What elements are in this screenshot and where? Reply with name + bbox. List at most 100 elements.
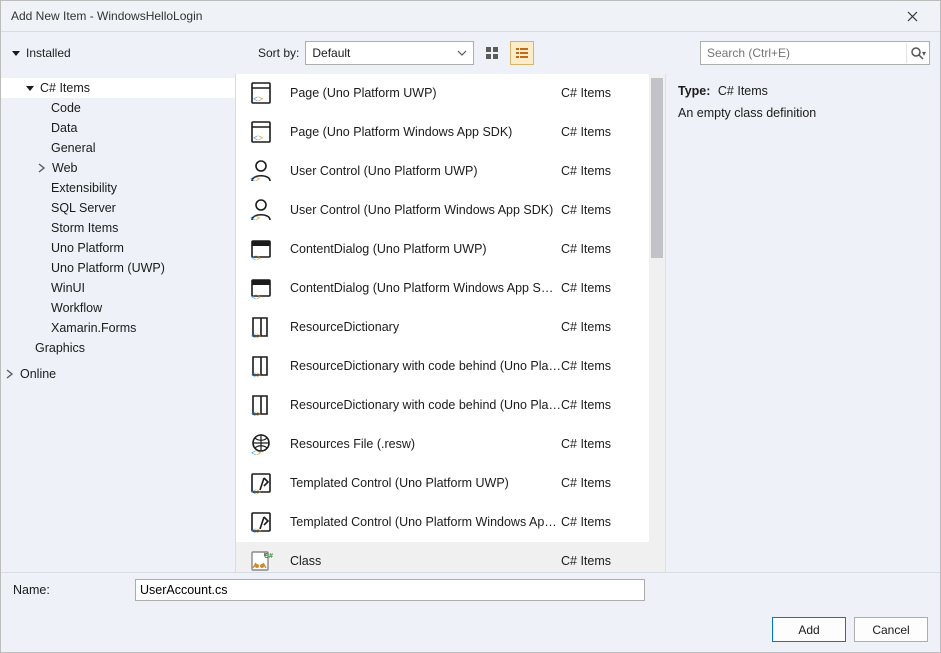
tctrl-icon xyxy=(248,470,274,496)
sidebar-header[interactable]: Installed xyxy=(1,46,246,60)
installed-label: Installed xyxy=(26,46,71,60)
tree-item[interactable]: Code xyxy=(1,98,235,118)
tree-item-csharp-items[interactable]: C# Items xyxy=(1,78,235,98)
tree-item-label: WinUI xyxy=(51,281,85,295)
item-name: Templated Control (Uno Platform Windows … xyxy=(290,515,561,529)
tree-item-graphics[interactable]: Graphics xyxy=(1,338,235,358)
tree-item-label: Data xyxy=(51,121,77,135)
tree-item[interactable]: Uno Platform xyxy=(1,238,235,258)
tree-item[interactable]: Data xyxy=(1,118,235,138)
titlebar: Add New Item - WindowsHelloLogin xyxy=(1,1,940,32)
sidebar: C# Items Code Data GeneralWebExtensibility… xyxy=(1,74,236,572)
item-name: Resources File (.resw) xyxy=(290,437,561,451)
list-item[interactable]: Templated Control (Uno Platform Windows … xyxy=(236,503,649,542)
preview-pane: Type: C# Items An empty class definition xyxy=(665,74,940,572)
grid-icon xyxy=(485,46,499,60)
list-item[interactable]: Resources File (.resw)C# Items xyxy=(236,425,649,464)
searchbox[interactable]: ▾ xyxy=(700,41,930,65)
toolbar: Installed Sort by: Default ▾ xyxy=(1,32,940,74)
chevron-down-icon xyxy=(11,50,20,57)
list-item[interactable]: ResourceDictionary with code behind (Uno… xyxy=(236,386,649,425)
item-type: C# Items xyxy=(561,515,639,529)
button-row: Add Cancel xyxy=(13,617,928,642)
tree-item-label: C# Items xyxy=(40,81,90,95)
tree-item[interactable]: Web xyxy=(1,158,235,178)
list-item[interactable]: Page (Uno Platform Windows App SDK)C# It… xyxy=(236,113,649,152)
item-type: C# Items xyxy=(561,281,639,295)
preview-description: An empty class definition xyxy=(678,106,928,120)
item-name: ContentDialog (Uno Platform UWP) xyxy=(290,242,561,256)
item-name: ResourceDictionary with code behind (Uno… xyxy=(290,359,561,373)
dict-icon xyxy=(248,353,274,379)
preview-type-label: Type: xyxy=(678,84,710,98)
sortby-select[interactable]: Default xyxy=(305,41,474,65)
close-button[interactable] xyxy=(892,3,932,29)
tree-item[interactable]: SQL Server xyxy=(1,198,235,218)
list-icon xyxy=(515,46,529,60)
item-type: C# Items xyxy=(561,125,639,139)
item-name: User Control (Uno Platform Windows App S… xyxy=(290,203,561,217)
search-button[interactable]: ▾ xyxy=(906,43,929,63)
tree-item-label: Graphics xyxy=(35,341,85,355)
item-type: C# Items xyxy=(561,203,639,217)
middle-pane: Page (Uno Platform UWP)C# ItemsPage (Uno… xyxy=(236,74,940,572)
view-grid-button[interactable] xyxy=(480,41,504,65)
bottom-bar: Name: Add Cancel xyxy=(1,572,940,652)
dialog-window: Add New Item - WindowsHelloLogin Install… xyxy=(0,0,941,653)
tree-item[interactable]: Storm Items xyxy=(1,218,235,238)
page-icon xyxy=(248,119,274,145)
dict-icon xyxy=(248,392,274,418)
tree-item-label: Workflow xyxy=(51,301,102,315)
name-input[interactable] xyxy=(135,579,645,601)
item-name: Page (Uno Platform UWP) xyxy=(290,86,561,100)
chevron-right-icon xyxy=(5,369,14,379)
list-item[interactable]: ResourceDictionaryC# Items xyxy=(236,308,649,347)
user-icon xyxy=(248,197,274,223)
item-name: ResourceDictionary xyxy=(290,320,561,334)
dialog-icon xyxy=(248,275,274,301)
item-list: Page (Uno Platform UWP)C# ItemsPage (Uno… xyxy=(236,74,665,572)
item-name: Page (Uno Platform Windows App SDK) xyxy=(290,125,561,139)
cancel-button-label: Cancel xyxy=(872,623,909,637)
list-item[interactable]: User Control (Uno Platform Windows App S… xyxy=(236,191,649,230)
item-type: C# Items xyxy=(561,164,639,178)
item-type: C# Items xyxy=(561,476,639,490)
globe-icon xyxy=(248,431,274,457)
tree-item[interactable]: WinUI xyxy=(1,278,235,298)
item-name: Templated Control (Uno Platform UWP) xyxy=(290,476,561,490)
item-type: C# Items xyxy=(561,398,639,412)
user-icon xyxy=(248,158,274,184)
list-item[interactable]: Templated Control (Uno Platform UWP)C# I… xyxy=(236,464,649,503)
close-icon xyxy=(906,10,919,23)
tree-item[interactable]: Workflow xyxy=(1,298,235,318)
item-type: C# Items xyxy=(561,320,639,334)
item-name: ContentDialog (Uno Platform Windows App … xyxy=(290,281,561,295)
window-title: Add New Item - WindowsHelloLogin xyxy=(11,9,892,23)
tree-item[interactable]: Extensibility xyxy=(1,178,235,198)
search-input[interactable] xyxy=(701,46,906,60)
preview-type-value: C# Items xyxy=(718,84,768,98)
add-button[interactable]: Add xyxy=(772,617,846,642)
add-button-label: Add xyxy=(798,623,819,637)
vertical-scrollbar[interactable] xyxy=(649,74,665,572)
tree-item[interactable]: Uno Platform (UWP) xyxy=(1,258,235,278)
list-item[interactable]: ClassC# Items xyxy=(236,542,649,572)
tree-item-label: Code xyxy=(51,101,81,115)
item-type: C# Items xyxy=(561,437,639,451)
tree-item[interactable]: General xyxy=(1,138,235,158)
name-label: Name: xyxy=(13,583,131,597)
list-item[interactable]: ContentDialog (Uno Platform Windows App … xyxy=(236,269,649,308)
tree-item-online[interactable]: Online xyxy=(1,364,235,384)
cancel-button[interactable]: Cancel xyxy=(854,617,928,642)
view-list-button[interactable] xyxy=(510,41,534,65)
scrollbar-thumb[interactable] xyxy=(651,78,663,258)
list-item[interactable]: User Control (Uno Platform UWP)C# Items xyxy=(236,152,649,191)
tctrl-icon xyxy=(248,509,274,535)
item-type: C# Items xyxy=(561,554,639,568)
list-item[interactable]: Page (Uno Platform UWP)C# Items xyxy=(236,74,649,113)
list-item[interactable]: ContentDialog (Uno Platform UWP)C# Items xyxy=(236,230,649,269)
list-item[interactable]: ResourceDictionary with code behind (Uno… xyxy=(236,347,649,386)
tree-item-label: SQL Server xyxy=(51,201,116,215)
tree-item[interactable]: Xamarin.Forms xyxy=(1,318,235,338)
chevron-down-icon xyxy=(457,50,467,56)
